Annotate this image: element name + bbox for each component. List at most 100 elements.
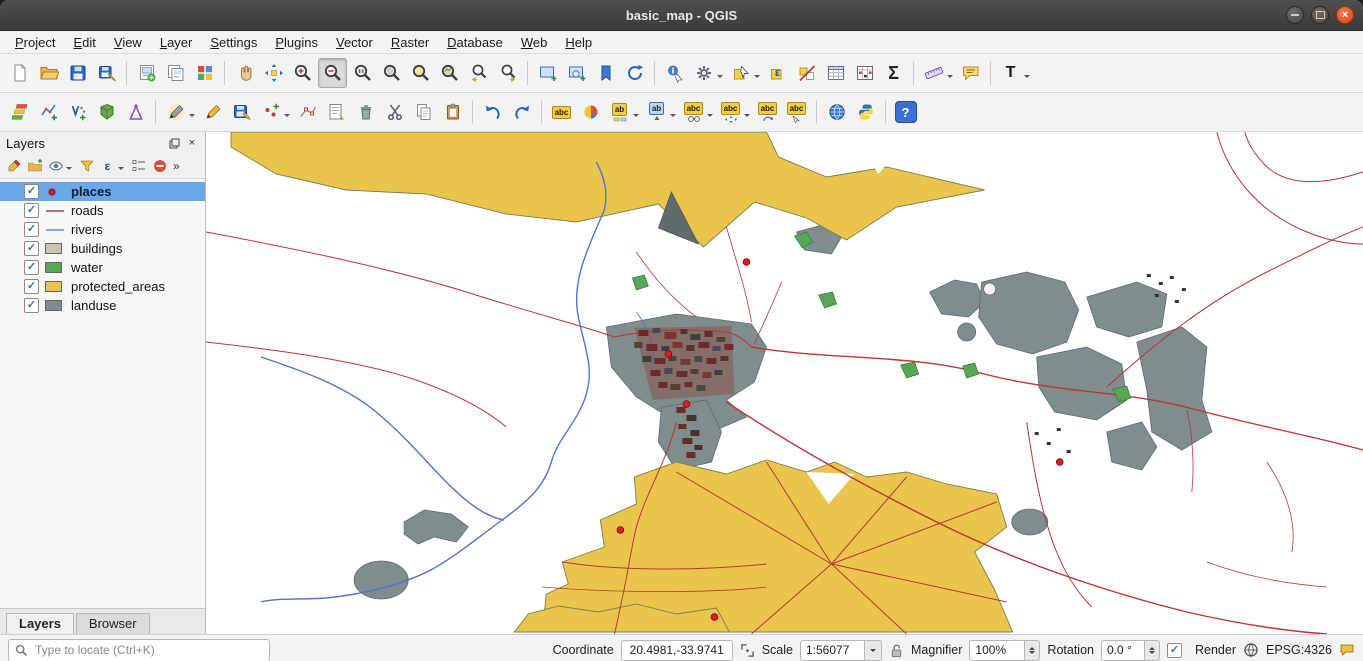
- map-themes-dropdown[interactable]: [66, 167, 72, 173]
- pan-to-selection-icon[interactable]: [260, 59, 287, 87]
- delete-selected-icon[interactable]: [352, 98, 379, 126]
- python-console-icon[interactable]: [852, 98, 879, 126]
- layer-checkbox-protected-areas[interactable]: ✓: [24, 279, 39, 294]
- metasearch-icon[interactable]: [823, 98, 850, 126]
- new-shapefile-layer-icon[interactable]: [64, 98, 91, 126]
- map-canvas[interactable]: [206, 132, 1363, 634]
- paste-features-icon[interactable]: [439, 98, 466, 126]
- field-calculator-icon[interactable]: [851, 59, 878, 87]
- zoom-next-icon[interactable]: [494, 59, 521, 87]
- change-label-icon[interactable]: abc: [783, 98, 810, 126]
- save-project-as-icon[interactable]: [93, 59, 120, 87]
- layer-row-places[interactable]: ✓ places: [0, 182, 205, 201]
- menu-view[interactable]: View: [105, 33, 151, 52]
- menu-vector[interactable]: Vector: [327, 33, 382, 52]
- layer-checkbox-landuse[interactable]: ✓: [24, 298, 39, 313]
- scale-value[interactable]: 1:56077: [800, 640, 864, 661]
- layer-row-water[interactable]: ✓ water: [0, 258, 205, 277]
- save-layer-edits-icon[interactable]: [228, 98, 255, 126]
- zoom-to-selection-icon[interactable]: [407, 59, 434, 87]
- expand-all-icon[interactable]: [129, 157, 148, 176]
- filter-legend-icon[interactable]: [77, 157, 96, 176]
- coordinate-input[interactable]: [621, 640, 733, 661]
- copy-features-icon[interactable]: [410, 98, 437, 126]
- crs-status[interactable]: EPSG:4326: [1266, 643, 1332, 657]
- tab-browser[interactable]: Browser: [76, 613, 150, 634]
- scale-dropdown-icon[interactable]: [864, 640, 882, 661]
- close-button[interactable]: ×: [1336, 6, 1354, 24]
- menu-project[interactable]: Project: [6, 33, 64, 52]
- layer-checkbox-roads[interactable]: ✓: [24, 203, 39, 218]
- magnifier-spin-arrows[interactable]: [1025, 640, 1040, 661]
- menu-settings[interactable]: Settings: [201, 33, 266, 52]
- crs-icon[interactable]: [1243, 642, 1259, 658]
- menu-layer[interactable]: Layer: [151, 33, 202, 52]
- maximize-button[interactable]: [1311, 6, 1329, 24]
- zoom-out-icon[interactable]: [318, 58, 347, 88]
- style-manager-icon[interactable]: [191, 59, 218, 87]
- deselect-all-icon[interactable]: [793, 59, 820, 87]
- new-project-icon[interactable]: [6, 59, 33, 87]
- menu-help[interactable]: Help: [556, 33, 601, 52]
- remove-layer-icon[interactable]: [150, 157, 169, 176]
- labeling-options-dropdown[interactable]: [633, 114, 639, 120]
- messages-icon[interactable]: [1339, 642, 1355, 658]
- title-bar[interactable]: basic_map - QGIS ×: [0, 0, 1363, 31]
- rotation-spinbox[interactable]: 0.0 °: [1101, 640, 1160, 661]
- cut-features-icon[interactable]: [381, 98, 408, 126]
- open-attribute-table-icon[interactable]: [822, 59, 849, 87]
- modify-attributes-icon[interactable]: [323, 98, 350, 126]
- select-features-dropdown[interactable]: [754, 75, 760, 81]
- statistical-summary-icon[interactable]: Σ: [880, 59, 907, 87]
- measure-line-icon[interactable]: [920, 59, 947, 87]
- layer-row-roads[interactable]: ✓ roads: [0, 201, 205, 220]
- layer-checkbox-rivers[interactable]: ✓: [24, 222, 39, 237]
- layer-diagram-icon[interactable]: [577, 98, 604, 126]
- labeling-options-icon[interactable]: ab: [606, 98, 633, 126]
- open-project-icon[interactable]: [35, 59, 62, 87]
- layer-labeling-icon[interactable]: abc: [548, 98, 575, 126]
- measure-dropdown[interactable]: [947, 75, 953, 81]
- rotation-value[interactable]: 0.0 °: [1101, 640, 1145, 661]
- move-label-icon[interactable]: abc: [717, 98, 744, 126]
- magnifier-value[interactable]: 100%: [969, 640, 1025, 661]
- filter-expression-dropdown[interactable]: [118, 167, 124, 173]
- panel-toolbar-overflow[interactable]: »: [173, 159, 180, 173]
- run-feature-action-dropdown[interactable]: [717, 75, 723, 81]
- locate-input[interactable]: [33, 642, 263, 658]
- map-tips-icon[interactable]: [957, 59, 984, 87]
- show-layout-manager-icon[interactable]: [162, 59, 189, 87]
- zoom-native-icon[interactable]: [349, 59, 376, 87]
- manage-map-themes-icon[interactable]: [46, 157, 65, 176]
- layer-checkbox-water[interactable]: ✓: [24, 260, 39, 275]
- save-project-icon[interactable]: [64, 59, 91, 87]
- layer-row-landuse[interactable]: ✓ landuse: [0, 296, 205, 315]
- render-checkbox[interactable]: ✓: [1167, 643, 1182, 658]
- layer-checkbox-buildings[interactable]: ✓: [24, 241, 39, 256]
- menu-plugins[interactable]: Plugins: [266, 33, 327, 52]
- locate-box[interactable]: [8, 639, 270, 661]
- current-edits-dropdown[interactable]: [189, 114, 195, 120]
- menu-database[interactable]: Database: [438, 33, 512, 52]
- layer-checkbox-places[interactable]: ✓: [24, 184, 39, 199]
- refresh-icon[interactable]: [621, 59, 648, 87]
- undo-icon[interactable]: [479, 98, 506, 126]
- tab-layers[interactable]: Layers: [6, 613, 74, 634]
- highlight-labels-icon[interactable]: abc: [680, 98, 707, 126]
- open-layer-styling-icon[interactable]: [4, 157, 23, 176]
- new-map-view-icon[interactable]: [534, 59, 561, 87]
- add-vector-layer-icon[interactable]: [35, 98, 62, 126]
- toggle-editing-icon[interactable]: [199, 98, 226, 126]
- new-print-layout-icon[interactable]: [133, 59, 160, 87]
- menu-web[interactable]: Web: [512, 33, 557, 52]
- pin-labels-icon[interactable]: ab: [643, 98, 670, 126]
- new-3d-map-view-icon[interactable]: [563, 59, 590, 87]
- toggle-extents-icon[interactable]: [740, 643, 755, 658]
- help-icon[interactable]: ?: [892, 98, 919, 126]
- menu-edit[interactable]: Edit: [64, 33, 104, 52]
- move-label-dropdown[interactable]: [744, 114, 750, 120]
- pin-labels-dropdown[interactable]: [670, 114, 676, 120]
- pan-map-icon[interactable]: [231, 59, 258, 87]
- text-annotation-icon[interactable]: T: [997, 59, 1024, 87]
- select-features-icon[interactable]: [727, 59, 754, 87]
